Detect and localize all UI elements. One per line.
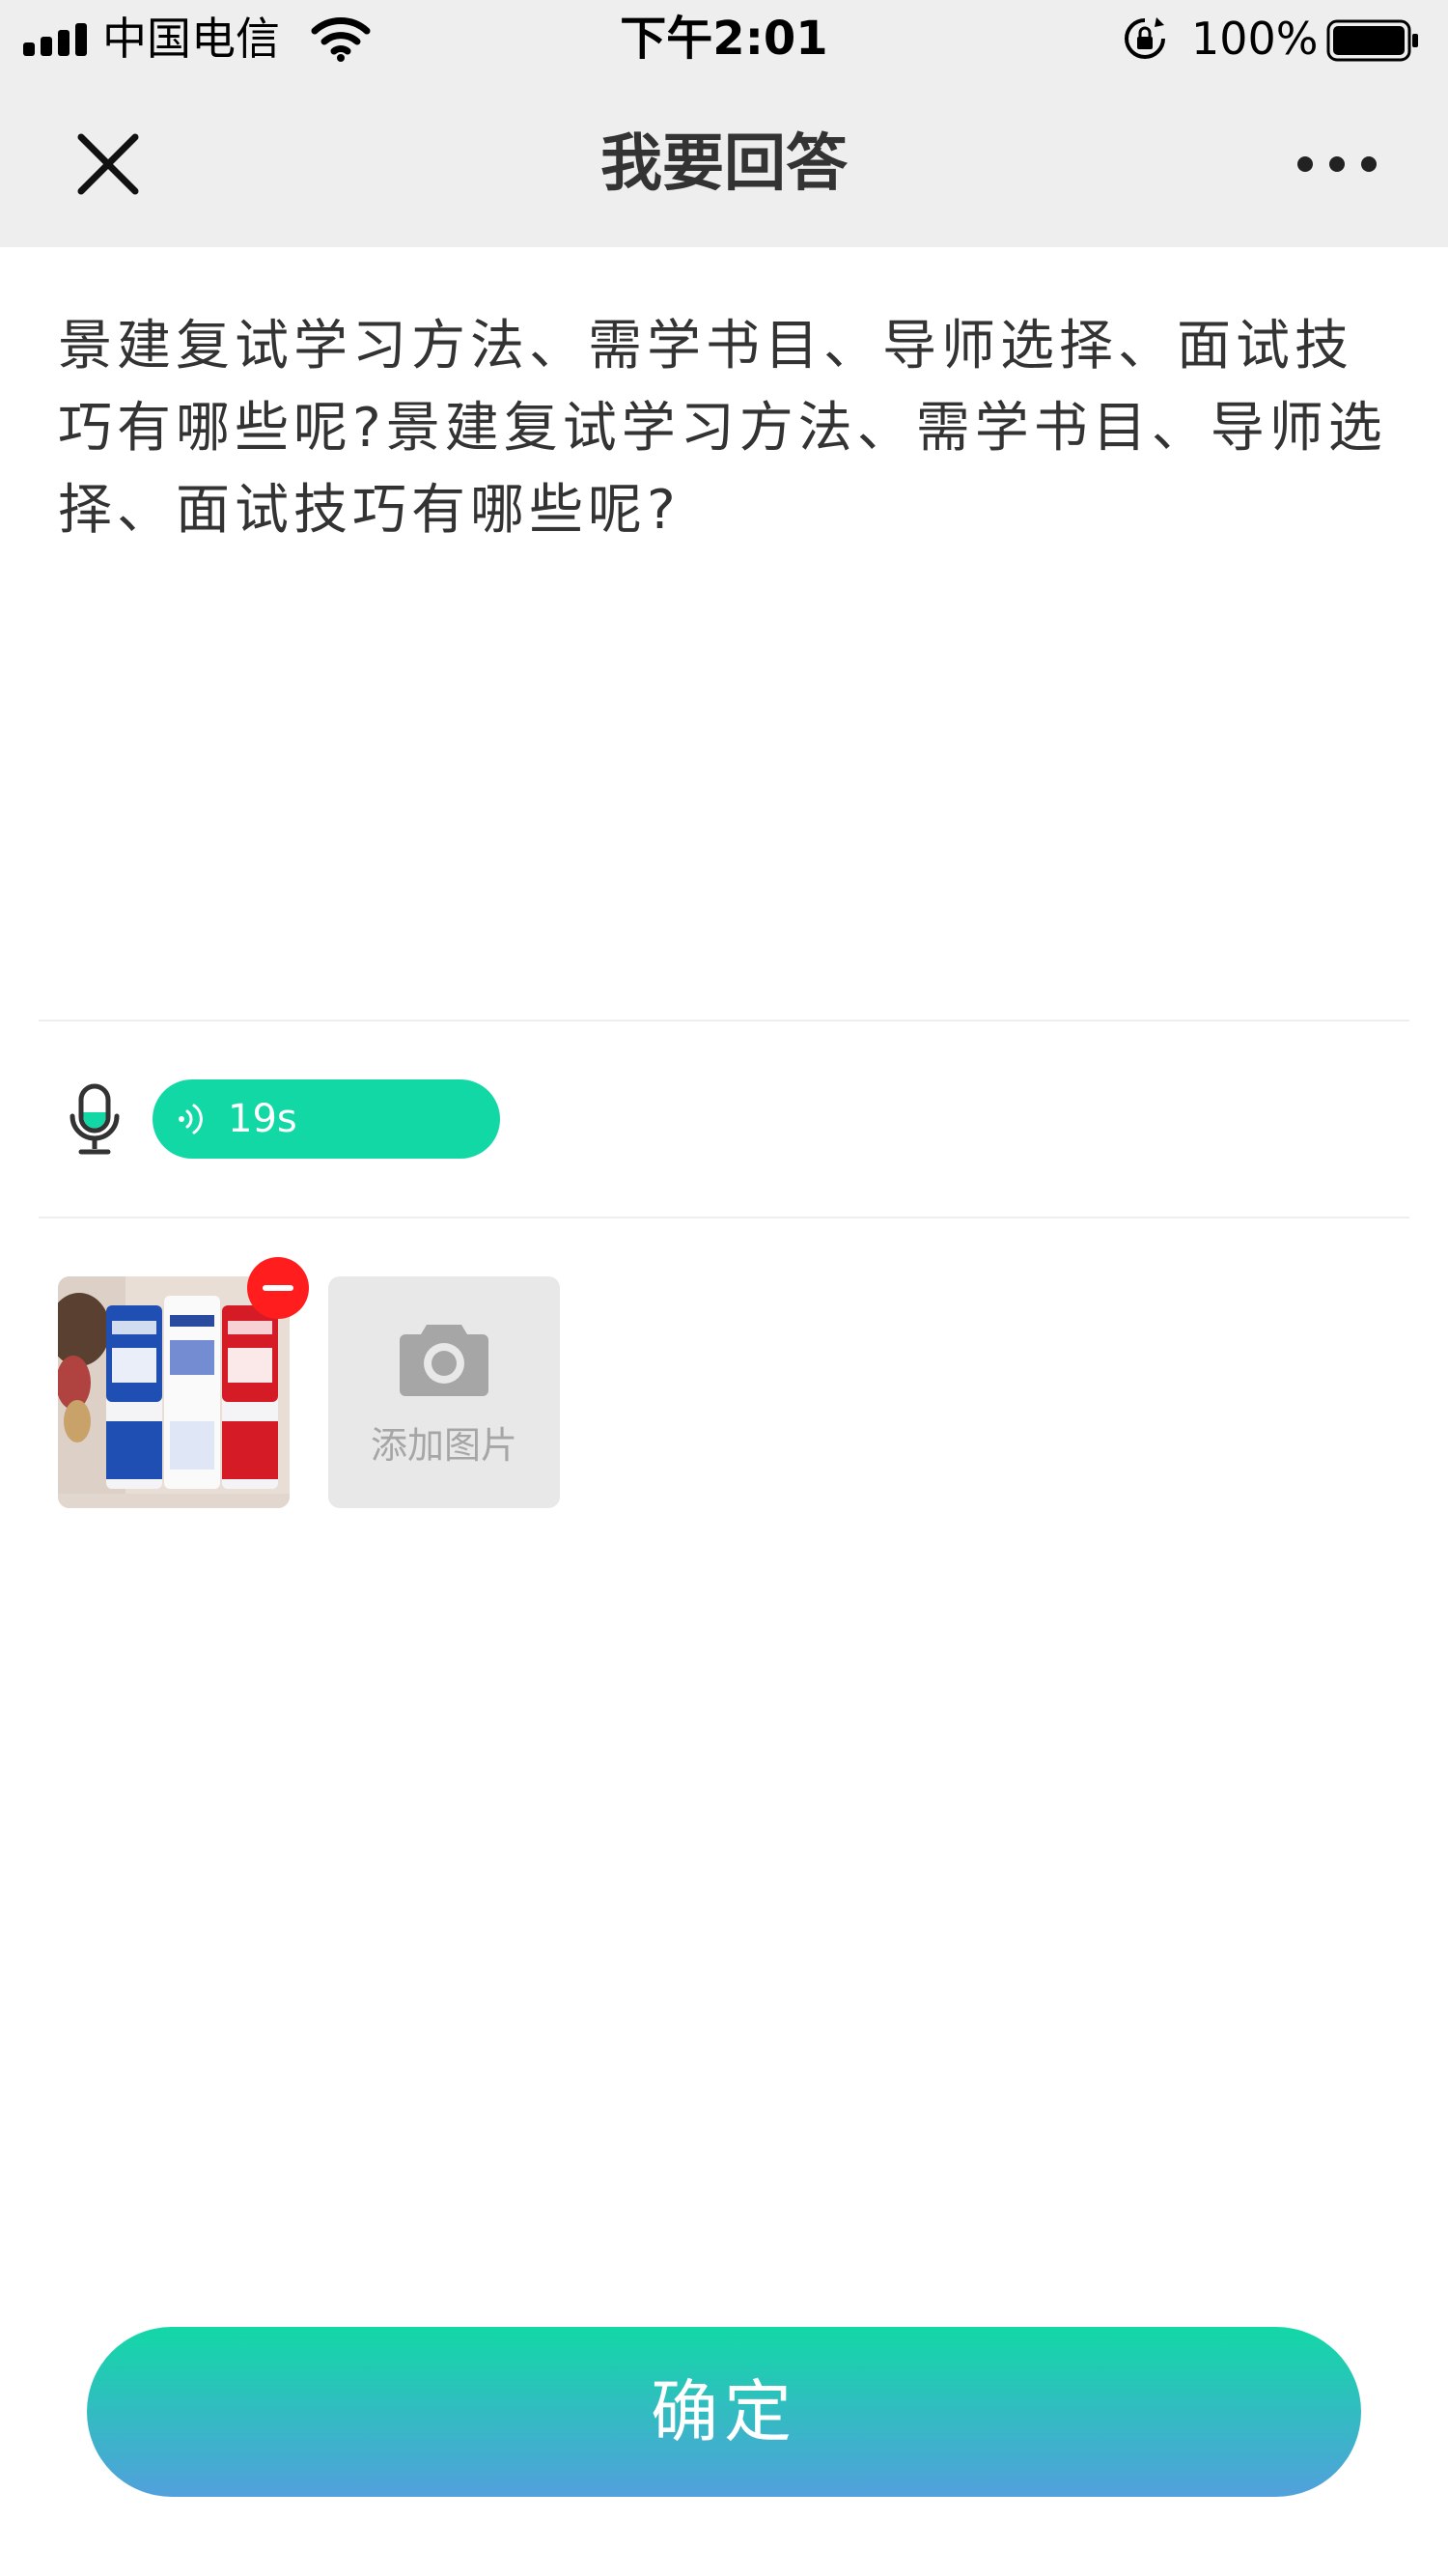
more-icon[interactable] bbox=[1294, 145, 1380, 183]
remove-photo-button[interactable] bbox=[247, 1257, 309, 1319]
uploaded-photo[interactable] bbox=[58, 1276, 290, 1508]
answer-textarea[interactable]: 景建复试学习方法、需学书目、导师选择、面试技巧有哪些呢?景建复试学习方法、需学书… bbox=[58, 305, 1395, 551]
voice-message-button[interactable]: 19s bbox=[153, 1079, 500, 1159]
add-photo-button[interactable]: 添加图片 bbox=[328, 1276, 560, 1508]
close-icon[interactable] bbox=[70, 126, 147, 203]
camera-icon bbox=[400, 1325, 488, 1396]
carrier-name: 中国电信 bbox=[102, 13, 280, 65]
signal-icon bbox=[23, 21, 91, 56]
battery-percent: 100% bbox=[1191, 13, 1319, 65]
battery-icon bbox=[1326, 19, 1418, 62]
page-title: 我要回答 bbox=[600, 128, 848, 200]
product-photo-image bbox=[58, 1276, 290, 1508]
voice-duration: 19s bbox=[228, 1097, 297, 1141]
microphone-icon[interactable] bbox=[68, 1083, 122, 1157]
clock: 下午2:01 bbox=[620, 12, 828, 66]
wifi-icon bbox=[311, 17, 371, 62]
divider bbox=[39, 1217, 1409, 1218]
voice-wave-icon bbox=[179, 1104, 203, 1134]
confirm-button[interactable]: 确定 bbox=[87, 2327, 1361, 2497]
nav-bar: 我要回答 bbox=[0, 79, 1448, 247]
status-bar: 中国电信 下午2:01 100% bbox=[0, 0, 1448, 79]
orientation-lock-icon bbox=[1125, 17, 1165, 59]
add-photo-label: 添加图片 bbox=[370, 1424, 517, 1467]
divider bbox=[39, 1020, 1409, 1022]
